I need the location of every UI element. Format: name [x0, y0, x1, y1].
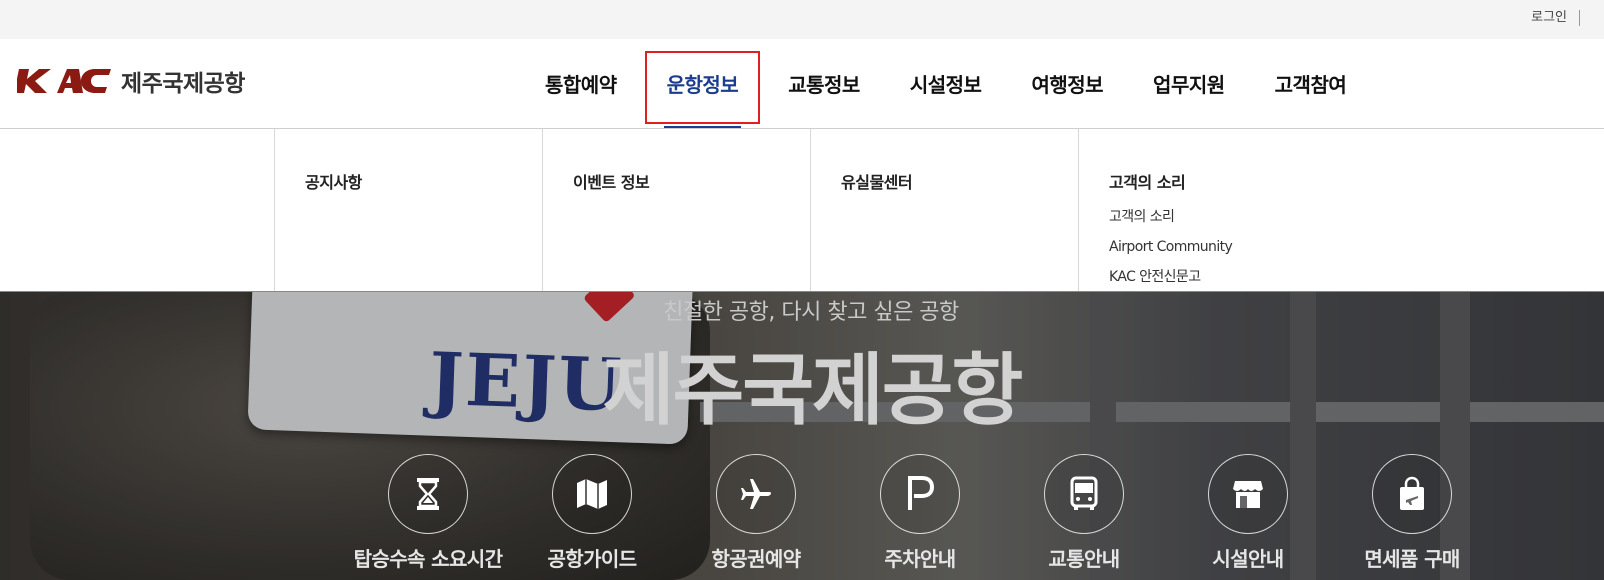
quick-link-facility[interactable]: 시설안내: [1188, 454, 1308, 572]
nav-menu-customer[interactable]: 고객참여: [1250, 39, 1372, 128]
quick-link-circle: [716, 454, 796, 534]
site-header: 제주국제공항 통합예약 운항정보 교통정보 시설정보 여행정보 업무지원 고객참…: [0, 39, 1604, 129]
login-link[interactable]: 로그인: [1531, 10, 1580, 26]
nav-menu-travel-info[interactable]: 여행정보: [1006, 39, 1128, 128]
quick-link-airport-guide[interactable]: 공항가이드: [532, 454, 652, 572]
nav-menu-business-support[interactable]: 업무지원: [1128, 39, 1250, 128]
quick-link-circle: [552, 454, 632, 534]
site-logo[interactable]: 제주국제공항: [17, 65, 245, 97]
nav-menu-integrated-booking[interactable]: 통합예약: [520, 39, 642, 128]
dropdown-title-notices[interactable]: 공지사항: [305, 169, 512, 193]
kac-logo-icon: [17, 69, 111, 93]
dropdown-column-lost-found: 유실물센터: [810, 129, 1078, 291]
nav-menu-flight-info-label: 운항정보: [666, 73, 739, 97]
main-nav: 통합예약 운항정보 교통정보 시설정보 여행정보 업무지원 고객참여: [520, 39, 1371, 128]
shopping-bag-icon: [1400, 476, 1424, 510]
store-icon: [1233, 481, 1263, 508]
airplane-icon: [741, 479, 771, 509]
quick-link-circle: [388, 454, 468, 534]
utility-bar: 로그인: [0, 0, 1604, 39]
dropdown-item-airport-community[interactable]: Airport Community: [1109, 238, 1316, 256]
hero-title: 제주국제공항: [602, 346, 1024, 436]
map-icon: [577, 479, 607, 509]
dropdown-column-events: 이벤트 정보: [542, 129, 810, 291]
dropdown-title-events[interactable]: 이벤트 정보: [573, 169, 780, 193]
bus-icon: [1070, 476, 1098, 510]
dropdown-item-customer-voice[interactable]: 고객의 소리: [1109, 208, 1316, 226]
quick-link-circle: [1208, 454, 1288, 534]
quick-link-traffic[interactable]: 교통안내: [1024, 454, 1144, 572]
hero-subtitle: 친절한 공항, 다시 찾고 싶은 공항: [663, 300, 959, 325]
quick-link-circle: [880, 454, 960, 534]
hero-banner: JEJU 친절한 공항, 다시 찾고 싶은 공항 제주국제공항 탑승수속 소요시…: [0, 292, 1604, 580]
quick-link-parking[interactable]: 주차안내: [860, 454, 980, 572]
dropdown-column-notices: 공지사항: [274, 129, 542, 291]
mega-menu-dropdown: 공지사항 이벤트 정보 유실물센터 고객의 소리 고객의 소리 Airport …: [0, 129, 1604, 292]
dropdown-title-voice[interactable]: 고객의 소리: [1109, 169, 1316, 193]
nav-menu-flight-info[interactable]: 운항정보: [642, 39, 764, 128]
logo-text: 제주국제공항: [121, 71, 245, 97]
quick-link-checkin-time[interactable]: 탑승수속 소요시간: [354, 454, 503, 572]
nav-menu-traffic-info[interactable]: 교통정보: [763, 39, 885, 128]
dropdown-column-voice: 고객의 소리 고객의 소리 Airport Community KAC 안전신문…: [1078, 129, 1346, 291]
dropdown-item-safety-report[interactable]: KAC 안전신문고: [1109, 268, 1316, 286]
quick-link-flight-booking[interactable]: 항공권예약: [696, 454, 816, 572]
quick-link-duty-free[interactable]: 면세품 구매: [1352, 454, 1472, 572]
quick-link-circle: [1044, 454, 1124, 534]
hourglass-icon: [417, 478, 439, 510]
quick-link-circle: [1372, 454, 1452, 534]
quick-link-label: 면세품 구매: [1364, 547, 1460, 571]
dropdown-title-lost-found[interactable]: 유실물센터: [841, 169, 1048, 193]
nav-menu-facility-info[interactable]: 시설정보: [885, 39, 1007, 128]
parking-icon: [908, 476, 935, 510]
